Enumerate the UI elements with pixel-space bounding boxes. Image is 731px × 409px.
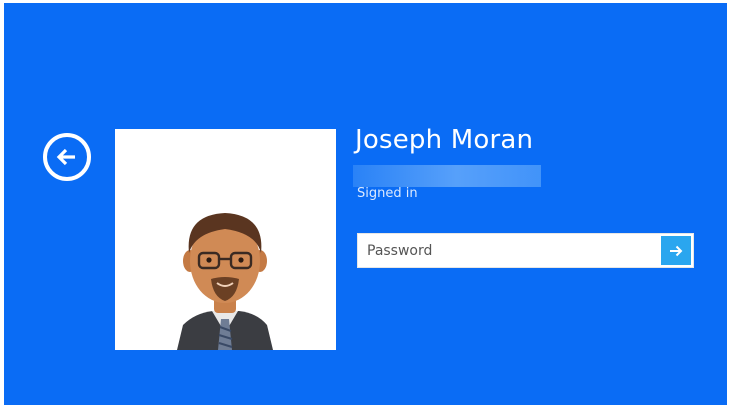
sign-in-status: Signed in [357, 186, 418, 201]
submit-button[interactable] [661, 236, 691, 265]
password-input[interactable] [358, 234, 658, 267]
redacted-email [353, 165, 541, 187]
avatar-picture [177, 213, 273, 350]
user-name: Joseph Moran [355, 125, 534, 155]
back-arrow-icon [56, 148, 75, 166]
user-avatar [115, 129, 336, 350]
password-box [357, 233, 694, 268]
back-button[interactable] [43, 133, 91, 181]
arrow-right-icon [670, 245, 683, 256]
lock-screen: Joseph Moran Signed in [4, 3, 727, 405]
